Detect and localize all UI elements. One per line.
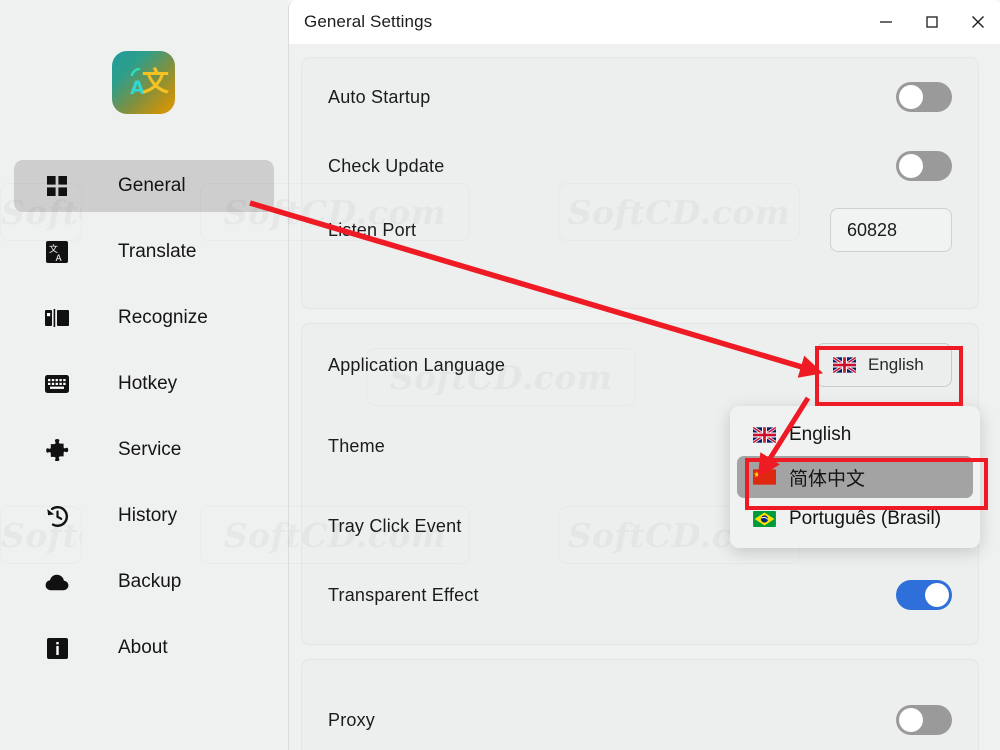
sidebar-item-label: Backup bbox=[118, 571, 182, 592]
translate-icon: 文A bbox=[40, 241, 74, 263]
application-language-label: Application Language bbox=[328, 354, 506, 375]
auto-startup-row: Auto Startup bbox=[328, 58, 952, 136]
uk-flag bbox=[753, 427, 776, 443]
maximize-button[interactable] bbox=[909, 0, 955, 44]
sidebar-item-label: Recognize bbox=[118, 307, 208, 328]
puzzle-icon bbox=[40, 438, 74, 462]
proxy-toggle[interactable] bbox=[896, 705, 952, 735]
sidebar-item-label: General bbox=[118, 175, 186, 196]
sidebar: A 文 General 文 A Translate Recognize Hotkey Ser… bbox=[0, 0, 288, 750]
listen-port-label: Listen Port bbox=[328, 219, 417, 240]
recognize-icon bbox=[40, 309, 74, 327]
auto-startup-label: Auto Startup bbox=[328, 86, 431, 107]
check-update-label: Check Update bbox=[328, 155, 445, 176]
keyboard-icon bbox=[40, 375, 74, 393]
app-logo-icon: A 文 bbox=[112, 51, 175, 114]
transparent-effect-toggle[interactable] bbox=[896, 580, 952, 610]
svg-text:文: 文 bbox=[142, 66, 170, 98]
tray-click-event-label: Tray Click Event bbox=[328, 515, 462, 536]
highlight-chinese-option bbox=[745, 458, 988, 510]
transparent-effect-row: Transparent Effect bbox=[328, 566, 952, 624]
toggle-knob bbox=[899, 154, 923, 178]
grid-icon bbox=[40, 175, 74, 197]
sidebar-item-list: General 文 A Translate Recognize Hotkey Service… bbox=[0, 160, 288, 688]
proxy-row: Proxy bbox=[328, 660, 952, 750]
svg-text:A: A bbox=[56, 254, 63, 263]
sidebar-item-recognize[interactable]: Recognize bbox=[14, 292, 274, 344]
sidebar-item-service[interactable]: Service bbox=[14, 424, 274, 476]
sidebar-item-label: Hotkey bbox=[118, 373, 178, 394]
proxy-label: Proxy bbox=[328, 709, 376, 730]
auto-startup-toggle[interactable] bbox=[896, 82, 952, 112]
sidebar-item-backup[interactable]: Backup bbox=[14, 556, 274, 608]
close-button[interactable] bbox=[955, 0, 1000, 44]
sidebar-item-hotkey[interactable]: Hotkey bbox=[14, 358, 274, 410]
sidebar-item-label: Service bbox=[118, 439, 182, 460]
cloud-icon bbox=[40, 574, 74, 591]
sidebar-item-label: About bbox=[118, 637, 168, 658]
app-logo-glyphs: A 文 bbox=[130, 66, 170, 99]
minimize-button[interactable] bbox=[863, 0, 909, 44]
transparent-effect-label: Transparent Effect bbox=[328, 584, 479, 605]
sidebar-item-about[interactable]: About bbox=[14, 622, 274, 674]
brazil-flag bbox=[753, 511, 776, 527]
language-option-label: English bbox=[789, 424, 852, 445]
sidebar-item-history[interactable]: History bbox=[14, 490, 274, 542]
window-title: General Settings bbox=[304, 12, 433, 31]
title-bar: General Settings bbox=[289, 0, 1000, 45]
sidebar-item-label: History bbox=[118, 505, 178, 526]
listen-port-row: Listen Port 60828 bbox=[328, 196, 952, 264]
info-icon bbox=[40, 637, 74, 659]
sidebar-item-label: Translate bbox=[118, 241, 197, 262]
language-option-english[interactable]: English bbox=[737, 414, 973, 456]
theme-label: Theme bbox=[328, 435, 386, 456]
general-settings-card: Auto Startup Check Update Listen Port 60… bbox=[301, 57, 979, 309]
listen-port-input[interactable]: 60828 bbox=[830, 208, 952, 252]
sidebar-item-general[interactable]: General bbox=[14, 160, 274, 212]
history-icon bbox=[40, 505, 74, 528]
check-update-row: Check Update bbox=[328, 136, 952, 196]
language-option-label: Português (Brasil) bbox=[789, 508, 942, 529]
toggle-knob bbox=[899, 85, 923, 109]
highlight-language-button bbox=[815, 346, 963, 406]
check-update-toggle[interactable] bbox=[896, 151, 952, 181]
sidebar-item-translate[interactable]: 文 A Translate bbox=[14, 226, 274, 278]
toggle-knob bbox=[899, 708, 923, 732]
proxy-settings-card: Proxy bbox=[301, 659, 979, 750]
toggle-knob bbox=[925, 583, 949, 607]
